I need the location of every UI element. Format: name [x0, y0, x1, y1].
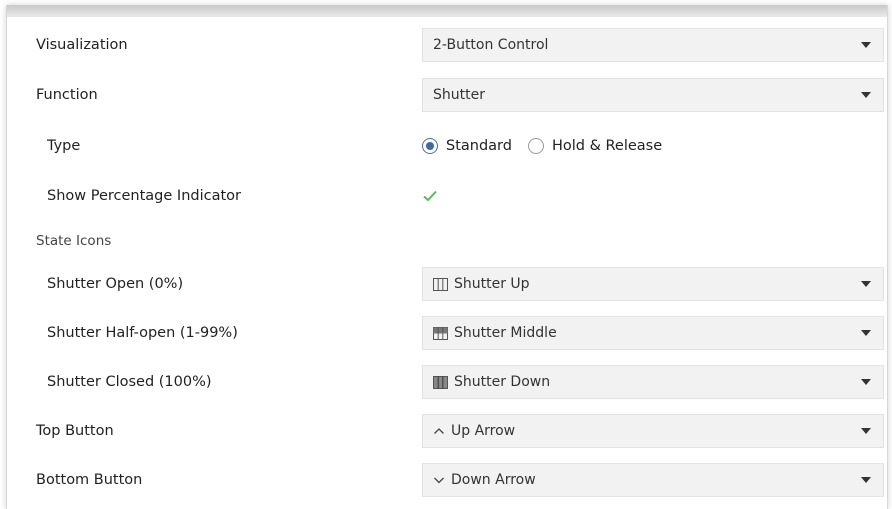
top-button-value: Up Arrow — [451, 423, 516, 439]
chevron-down-icon — [861, 477, 871, 483]
shutter-middle-icon — [433, 326, 448, 340]
chevron-down-icon — [861, 330, 871, 336]
chevron-down-icon — [861, 92, 871, 98]
shutter-half-value: Shutter Middle — [454, 325, 557, 341]
row-bottom-button: Bottom Button Down Arrow — [7, 457, 887, 503]
function-label: Function — [36, 87, 98, 103]
row-function: Function Shutter — [7, 72, 887, 118]
type-radio-group: Standard Hold & Release — [422, 123, 670, 169]
row-type: Type Standard Hold & Release — [7, 123, 887, 169]
shutter-up-icon — [433, 277, 448, 291]
top-button-select[interactable]: Up Arrow — [422, 414, 884, 448]
chevron-down-icon — [861, 379, 871, 385]
shutter-open-label: Shutter Open (0%) — [47, 276, 184, 292]
function-select[interactable]: Shutter — [422, 78, 884, 112]
row-shutter-half: Shutter Half-open (1-99%) Shutter Middle — [7, 310, 887, 356]
bottom-button-value: Down Arrow — [451, 472, 536, 488]
down-arrow-icon — [434, 477, 444, 484]
shutter-open-value: Shutter Up — [454, 276, 530, 292]
row-percentage: Show Percentage Indicator — [7, 173, 887, 219]
row-top-button: Top Button Up Arrow — [7, 408, 887, 454]
bottom-button-select[interactable]: Down Arrow — [422, 463, 884, 497]
bottom-button-label: Bottom Button — [36, 472, 143, 488]
function-value: Shutter — [433, 87, 485, 103]
chevron-down-icon — [861, 281, 871, 287]
visualization-value: 2-Button Control — [433, 37, 549, 53]
shutter-closed-value: Shutter Down — [454, 374, 551, 390]
radio-standard-label[interactable]: Standard — [446, 138, 512, 154]
type-label: Type — [47, 138, 81, 154]
panel-top-bar — [7, 5, 887, 17]
up-arrow-icon — [434, 428, 444, 434]
shutter-half-select[interactable]: Shutter Middle — [422, 316, 884, 350]
state-icons-heading: State Icons — [36, 233, 112, 249]
radio-standard[interactable] — [422, 138, 438, 154]
row-shutter-open: Shutter Open (0%) Shutter Up — [7, 261, 887, 307]
visualization-label: Visualization — [36, 37, 128, 53]
top-button-label: Top Button — [36, 423, 114, 439]
shutter-closed-select[interactable]: Shutter Down — [422, 365, 884, 399]
row-state-icons: State Icons — [7, 218, 887, 264]
percentage-label: Show Percentage Indicator — [47, 188, 241, 204]
shutter-half-label: Shutter Half-open (1-99%) — [47, 325, 238, 341]
radio-hold-release-label[interactable]: Hold & Release — [552, 138, 662, 154]
shutter-closed-label: Shutter Closed (100%) — [47, 374, 212, 390]
checkmark-icon[interactable] — [422, 188, 438, 204]
row-visualization: Visualization 2-Button Control — [7, 22, 887, 68]
chevron-down-icon — [861, 428, 871, 434]
settings-panel: Visualization 2-Button Control Function … — [6, 5, 888, 509]
row-shutter-closed: Shutter Closed (100%) Shutter Down — [7, 359, 887, 405]
shutter-down-icon — [433, 375, 448, 389]
shutter-open-select[interactable]: Shutter Up — [422, 267, 884, 301]
visualization-select[interactable]: 2-Button Control — [422, 28, 884, 62]
radio-hold-release[interactable] — [527, 138, 544, 154]
chevron-down-icon — [861, 42, 871, 48]
